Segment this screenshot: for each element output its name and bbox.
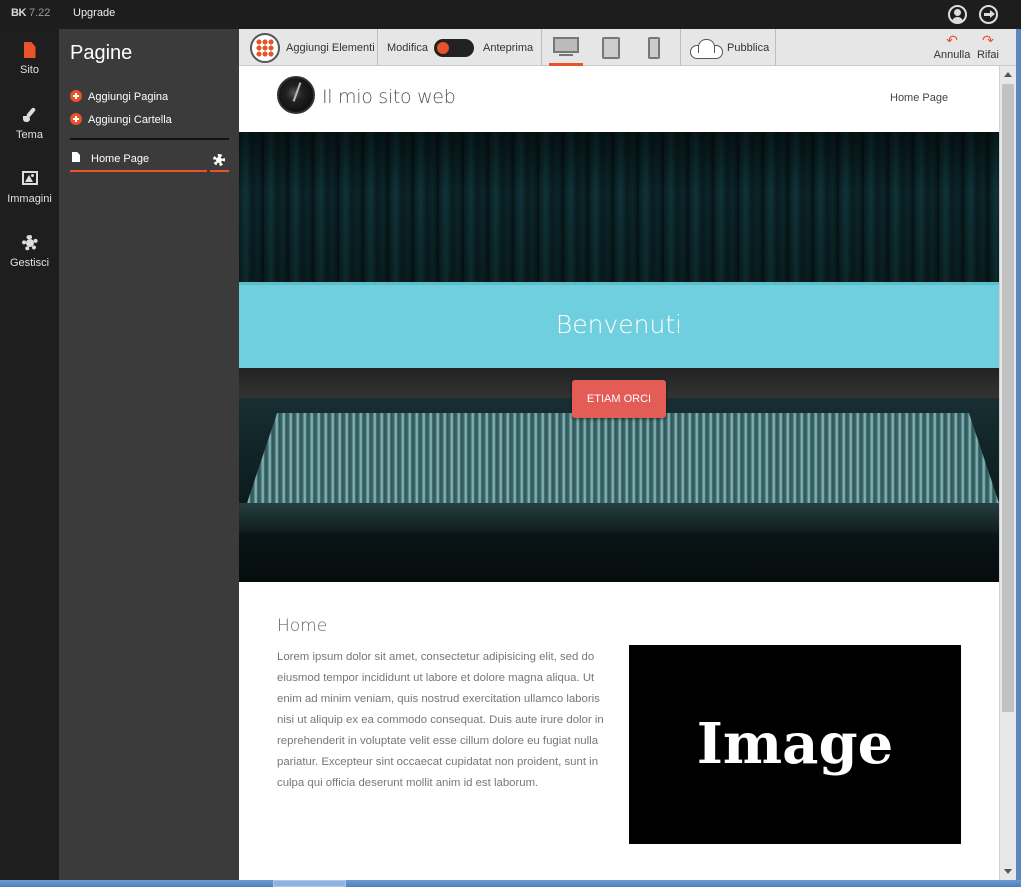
mixing-console (247, 413, 999, 503)
app-window: BK 7.22 Upgrade Sito Tema Immagini Gesti… (0, 0, 1021, 887)
rail-item-label: Tema (16, 129, 43, 141)
welcome-banner: Benvenuti (239, 282, 999, 368)
nav-link-home[interactable]: Home Page (890, 92, 948, 104)
scrollbar-thumb[interactable] (1002, 84, 1014, 712)
logout-icon[interactable] (979, 5, 998, 24)
console-front (239, 503, 999, 533)
page-item-label: Home Page (91, 153, 150, 165)
plus-circle-icon (70, 113, 82, 125)
redo-icon: ↷ (982, 32, 994, 48)
tablet-icon (602, 37, 620, 59)
page-item-home[interactable]: Home Page (70, 151, 207, 172)
site-canvas: Il mio sito web Home Page Benvenuti ETIA… (239, 66, 999, 880)
rail-item-label: Immagini (7, 193, 52, 205)
rail-item-label: Gestisci (9, 257, 50, 269)
publish-button[interactable]: Pubblica (727, 42, 769, 54)
cta-button[interactable]: ETIAM ORCI (572, 380, 666, 418)
site-title[interactable]: Il mio sito web (322, 86, 456, 108)
add-folder-button[interactable]: Aggiungi Cartella (70, 113, 172, 126)
editor-toolbar: Aggiungi Elementi Modifica Anteprima Pub… (239, 29, 1021, 66)
window-bottom-frame (0, 880, 1021, 887)
toolbar-separator (377, 29, 378, 66)
phone-view-button[interactable] (647, 29, 661, 66)
undo-label: Annulla (933, 49, 971, 61)
gear-icon (213, 154, 225, 166)
add-page-label: Aggiungi Pagina (88, 91, 169, 103)
divider (70, 138, 229, 140)
edit-mode-label[interactable]: Modifica (387, 42, 428, 54)
rail-item-label: Sito (20, 64, 39, 76)
gear-icon (21, 235, 38, 251)
add-elements-icon[interactable] (250, 33, 280, 63)
section-body-text[interactable]: Lorem ipsum dolor sit amet, consectetur … (277, 647, 609, 794)
plus-circle-icon (70, 90, 82, 102)
upgrade-link[interactable]: Upgrade (73, 7, 115, 19)
image-icon (21, 171, 38, 185)
window-border (1016, 29, 1021, 887)
desktop-view-button[interactable] (549, 29, 583, 66)
app-version: 7.22 (28, 7, 51, 19)
rail-item-tema[interactable]: Tema (0, 107, 59, 141)
add-folder-label: Aggiungi Cartella (88, 114, 172, 126)
image-placeholder[interactable]: Image (629, 645, 961, 844)
left-rail: Sito Tema Immagini Gestisci (0, 29, 59, 880)
content-section: Home Lorem ipsum dolor sit amet, consect… (239, 582, 999, 880)
toolbar-separator (775, 29, 776, 66)
pages-title: Pagine (70, 42, 133, 64)
scroll-down-arrow-icon[interactable] (1000, 863, 1016, 880)
scroll-up-arrow-icon[interactable] (1000, 66, 1016, 83)
toolbar-separator (541, 29, 542, 66)
vinyl-record-logo[interactable] (277, 76, 315, 114)
site-header: Il mio sito web Home Page (239, 66, 999, 132)
redo-button[interactable]: ↷ Rifai (976, 33, 1000, 61)
curtain-backdrop (239, 132, 999, 282)
app-logo: BK 7.22 (11, 7, 51, 19)
preview-mode-label[interactable]: Anteprima (483, 42, 533, 54)
cloud-icon[interactable] (690, 39, 723, 59)
add-elements-button[interactable]: Aggiungi Elementi (286, 42, 375, 54)
brush-icon (22, 107, 38, 123)
toolbar-separator (680, 29, 681, 66)
hero-section[interactable]: Benvenuti ETIAM ORCI (239, 132, 999, 582)
canvas-scrollbar[interactable] (999, 66, 1016, 880)
undo-icon: ↶ (946, 32, 958, 48)
banner-heading[interactable]: Benvenuti (239, 310, 999, 339)
add-page-button[interactable]: Aggiungi Pagina (70, 90, 168, 103)
rail-item-gestisci[interactable]: Gestisci (0, 235, 59, 269)
document-icon (72, 152, 80, 162)
section-title[interactable]: Home (277, 616, 327, 636)
tablet-view-button[interactable] (601, 29, 621, 66)
user-icon[interactable] (948, 5, 967, 24)
top-bar: BK 7.22 Upgrade (0, 0, 1021, 29)
page-settings-button[interactable] (210, 151, 229, 172)
rail-item-immagini[interactable]: Immagini (0, 171, 59, 205)
monitor-icon (553, 37, 579, 53)
undo-button[interactable]: ↶ Annulla (932, 33, 972, 61)
pages-panel: Pagine Aggiungi Pagina Aggiungi Cartella… (59, 29, 239, 880)
edit-preview-toggle[interactable] (434, 39, 474, 57)
rail-item-sito[interactable]: Sito (0, 42, 59, 76)
phone-icon (648, 37, 660, 59)
page-icon (23, 42, 36, 58)
taskbar-tab[interactable] (273, 880, 346, 887)
redo-label: Rifai (976, 49, 999, 61)
